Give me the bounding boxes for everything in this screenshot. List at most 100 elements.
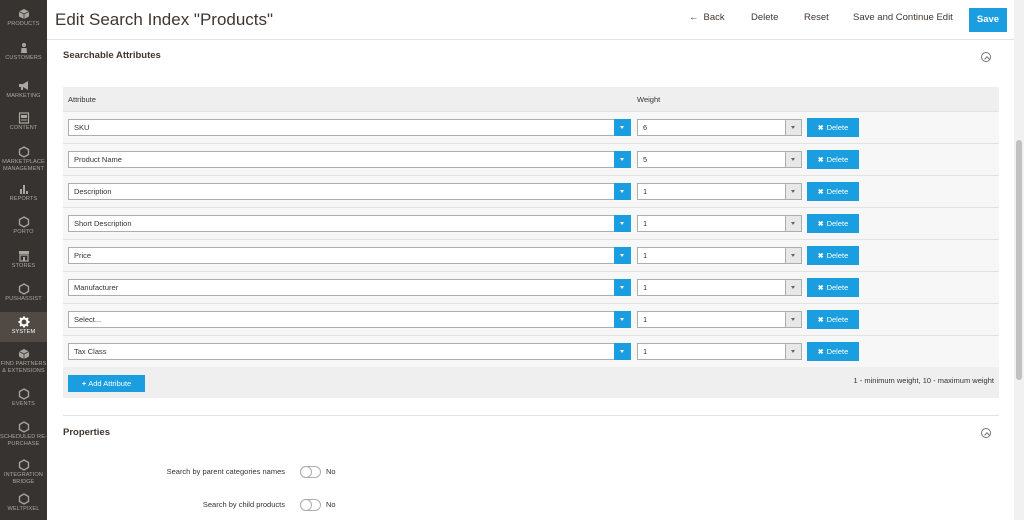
nav-label: Stores [11, 263, 36, 269]
attribute-select-value: Select... [74, 315, 102, 324]
chevron-down-icon[interactable] [785, 248, 801, 263]
chevron-down-icon[interactable] [785, 216, 801, 231]
chevron-down-icon[interactable] [785, 312, 801, 327]
hexagon-icon [18, 493, 29, 505]
nav-label: Scheduled Re-Purchase [0, 434, 47, 447]
chevron-down-icon[interactable] [614, 311, 631, 328]
nav-label: Integration Bridge [4, 472, 43, 485]
weight-select[interactable]: 6 [637, 119, 802, 136]
bar-chart-icon [19, 185, 28, 194]
hexagon-icon [18, 283, 29, 295]
save-continue-button[interactable]: Save and Continue Edit [853, 12, 953, 23]
weight-select[interactable]: 1 [637, 247, 802, 264]
toggle-value: No [326, 500, 336, 509]
nav-stores[interactable]: Stores [0, 250, 47, 274]
nav-scheduled-repurchase[interactable]: Scheduled Re-Purchase [0, 421, 47, 451]
chevron-down-icon[interactable] [785, 280, 801, 295]
nav-customers[interactable]: Customers [0, 42, 47, 70]
toggle-switch[interactable] [300, 466, 321, 478]
chevron-down-icon[interactable] [785, 152, 801, 167]
plus-icon: + [81, 379, 87, 388]
attribute-row: Description 1 ✖ Delete [63, 175, 999, 207]
weight-select[interactable]: 1 [637, 215, 802, 232]
collapse-icon[interactable] [981, 52, 991, 62]
nav-label: Customers [5, 55, 42, 61]
nav-weltpixel[interactable]: Weltpixel [0, 493, 47, 517]
row-delete-button[interactable]: ✖ Delete [807, 246, 859, 265]
back-button[interactable]: ← Back [689, 12, 725, 23]
row-delete-label: Delete [826, 283, 849, 292]
chevron-down-icon[interactable] [614, 151, 631, 168]
save-button[interactable]: Save [969, 8, 1007, 32]
row-delete-label: Delete [826, 315, 849, 324]
row-delete-button[interactable]: ✖ Delete [807, 182, 859, 201]
nav-system[interactable]: System [0, 312, 47, 342]
hexagon-icon [18, 421, 29, 433]
weight-select[interactable]: 1 [637, 279, 802, 296]
chevron-down-icon[interactable] [614, 119, 631, 136]
chevron-down-icon[interactable] [614, 343, 631, 360]
scrollbar-thumb[interactable] [1016, 140, 1022, 380]
chevron-down-icon[interactable] [785, 344, 801, 359]
chevron-down-icon[interactable] [614, 183, 631, 200]
nav-label: Weltpixel [7, 506, 40, 512]
chevron-down-icon[interactable] [785, 120, 801, 135]
chevron-down-icon[interactable] [614, 247, 631, 264]
content-icon [18, 112, 29, 124]
row-delete-button[interactable]: ✖ Delete [807, 278, 859, 297]
section-title-searchable[interactable]: Searchable Attributes [63, 50, 161, 61]
chevron-down-icon[interactable] [785, 184, 801, 199]
reset-button[interactable]: Reset [804, 12, 829, 23]
page-scrollbar[interactable] [1014, 0, 1024, 520]
toggle-value: No [326, 467, 336, 476]
nav-label: Products [7, 21, 40, 27]
nav-pushassist[interactable]: Pushassist [0, 283, 47, 307]
row-delete-button[interactable]: ✖ Delete [807, 118, 859, 137]
nav-label: Reports [9, 196, 38, 202]
nav-integration-bridge[interactable]: Integration Bridge [0, 459, 47, 489]
row-delete-button[interactable]: ✖ Delete [807, 310, 859, 329]
nav-marketing[interactable]: Marketing [0, 80, 47, 104]
nav-products[interactable]: Products [0, 8, 47, 36]
attribute-row: Short Description 1 ✖ Delete [63, 207, 999, 239]
chevron-down-icon[interactable] [614, 279, 631, 296]
row-delete-label: Delete [826, 155, 849, 164]
nav-label: System [11, 329, 36, 335]
nav-content[interactable]: Content [0, 112, 47, 136]
attribute-select[interactable]: Select... [68, 311, 631, 328]
hexagon-icon [18, 459, 29, 471]
toggle-switch[interactable] [300, 499, 321, 511]
row-delete-button[interactable]: ✖ Delete [807, 342, 859, 361]
row-delete-button[interactable]: ✖ Delete [807, 214, 859, 233]
cube-icon [18, 349, 29, 359]
property-label: Search by parent categories names [166, 467, 285, 476]
collapse-icon[interactable] [981, 428, 991, 438]
chevron-down-icon[interactable] [614, 215, 631, 232]
attribute-select[interactable]: Price [68, 247, 631, 264]
attribute-select[interactable]: Product Name [68, 151, 631, 168]
row-delete-label: Delete [826, 347, 849, 356]
weight-select-value: 1 [643, 315, 648, 324]
section-title-properties[interactable]: Properties [63, 427, 110, 438]
close-icon: ✖ [817, 157, 824, 164]
nav-porto[interactable]: Porto [0, 216, 47, 240]
attribute-select[interactable]: Tax Class [68, 343, 631, 360]
weight-select[interactable]: 1 [637, 183, 802, 200]
attribute-select[interactable]: Description [68, 183, 631, 200]
nav-events[interactable]: Events [0, 388, 47, 412]
weight-select[interactable]: 1 [637, 311, 802, 328]
nav-reports[interactable]: Reports [0, 183, 47, 207]
nav-marketplace[interactable]: Marketplace Management [0, 146, 47, 176]
column-header-weight: Weight [637, 95, 661, 104]
nav-label: Marketplace Management [2, 159, 45, 172]
weight-select[interactable]: 5 [637, 151, 802, 168]
row-delete-button[interactable]: ✖ Delete [807, 150, 859, 169]
attribute-select[interactable]: SKU [68, 119, 631, 136]
delete-button[interactable]: Delete [751, 12, 778, 23]
weight-select[interactable]: 1 [637, 343, 802, 360]
attribute-select[interactable]: Short Description [68, 215, 631, 232]
add-attribute-button[interactable]: + Add Attribute [68, 375, 145, 392]
attribute-select[interactable]: Manufacturer [68, 279, 631, 296]
nav-find-partners[interactable]: Find Partners & Extensions [0, 348, 47, 378]
weight-select-value: 1 [643, 251, 648, 260]
